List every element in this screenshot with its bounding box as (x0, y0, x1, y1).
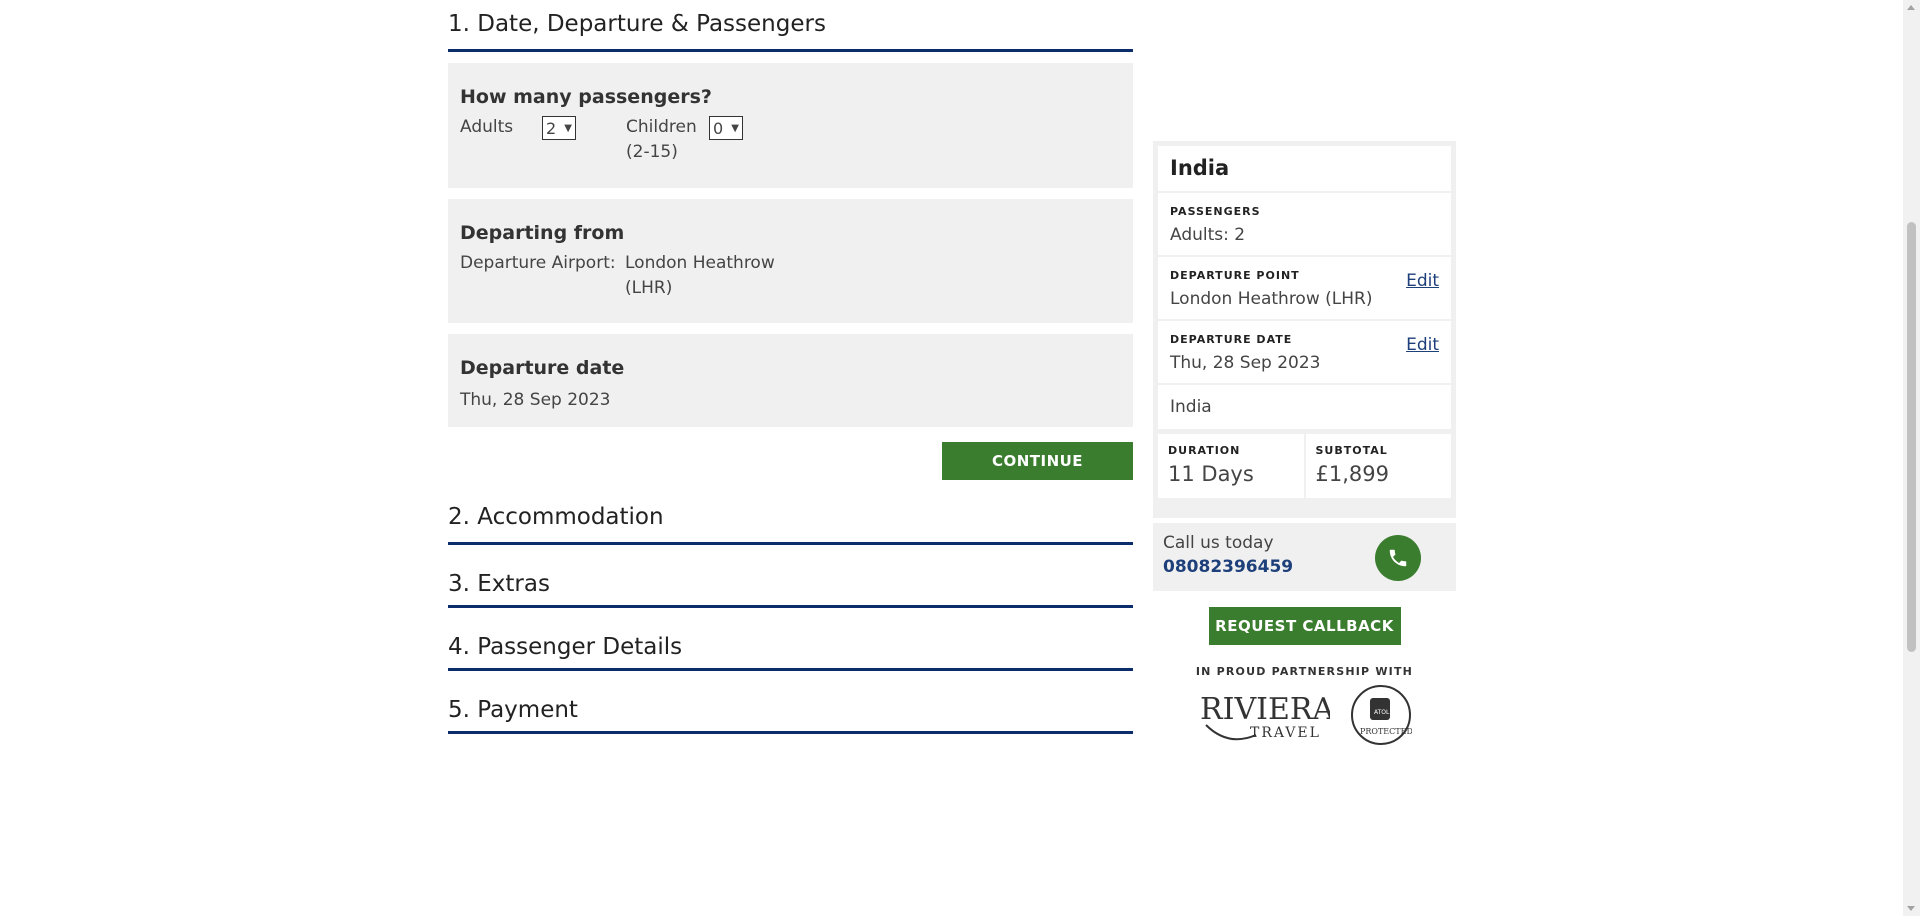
subtotal-value: £1,899 (1315, 462, 1389, 486)
departure-airport-code: (LHR) (625, 278, 673, 298)
adults-select-value: 2 (546, 118, 557, 138)
partner-logos: RIVIERA TRAVEL ATOL PROTECTED (1153, 684, 1456, 746)
departure-date-title: Departure date (460, 357, 625, 379)
continue-button[interactable]: CONTINUE (942, 442, 1133, 480)
departure-airport-value: London Heathrow (LHR) (625, 251, 775, 301)
call-us-box: Call us today 08082396459 (1153, 523, 1456, 591)
request-callback-button[interactable]: REQUEST CALLBACK (1208, 607, 1401, 645)
scroll-up-arrow[interactable] (1907, 5, 1915, 10)
children-select-value: 0 (713, 118, 724, 138)
passengers-title: How many passengers? (460, 86, 712, 108)
booking-summary: India PASSENGERS Adults: 2 DEPARTURE POI… (1153, 141, 1456, 518)
departure-date-value: Thu, 28 Sep 2023 (1170, 353, 1321, 373)
page-scrollbar[interactable] (1903, 0, 1920, 916)
passengers-value: Adults: 2 (1170, 225, 1246, 245)
departure-airport-label: Departure Airport: (460, 253, 616, 273)
departing-title: Departing from (460, 222, 625, 244)
riviera-travel-logo: RIVIERA TRAVEL (1200, 692, 1330, 741)
departing-row: Departure Airport: London Heathrow (LHR) (460, 251, 1121, 301)
chevron-down-icon: ▼ (731, 122, 739, 134)
edit-departure-point-link[interactable]: Edit (1406, 271, 1439, 291)
step-3-heading[interactable]: 3. Extras (448, 545, 1133, 608)
departure-point-value: London Heathrow (LHR) (1170, 289, 1373, 309)
summary-destination-title: India (1158, 146, 1451, 193)
duration-value: 11 Days (1168, 462, 1254, 486)
duration-label: DURATION (1168, 444, 1241, 457)
duration-cell: DURATION 11 Days (1158, 434, 1304, 498)
subtotal-label: SUBTOTAL (1315, 444, 1388, 457)
passengers-row: Adults 2 ▼ Children (2-15) 0 ▼ (460, 115, 1121, 165)
scroll-thumb[interactable] (1907, 222, 1916, 652)
step-2-heading[interactable]: 2. Accommodation (448, 480, 1133, 545)
children-select[interactable]: 0 ▼ (709, 116, 743, 140)
children-age-range: (2-15) (626, 142, 678, 162)
svg-text:TRAVEL: TRAVEL (1250, 725, 1321, 741)
step-4-heading[interactable]: 4. Passenger Details (448, 608, 1133, 671)
departure-point-label: DEPARTURE POINT (1170, 269, 1300, 282)
departure-date-row: Thu, 28 Sep 2023 (460, 388, 1121, 413)
subtotal-cell: SUBTOTAL £1,899 (1303, 434, 1452, 498)
summary-departure-date: DEPARTURE DATE Thu, 28 Sep 2023 Edit (1158, 321, 1451, 385)
booking-sidebar: India PASSENGERS Adults: 2 DEPARTURE POI… (1153, 141, 1456, 746)
booking-steps: 1. Date, Departure & Passengers How many… (448, 0, 1133, 734)
partnership-label: IN PROUD PARTNERSHIP WITH (1195, 665, 1414, 678)
step-5-heading[interactable]: 5. Payment (448, 671, 1133, 734)
summary-passengers: PASSENGERS Adults: 2 (1158, 193, 1451, 257)
departure-date-panel: Departure date Thu, 28 Sep 2023 (448, 334, 1133, 427)
chevron-down-icon: ▼ (564, 122, 572, 134)
departing-panel: Departing from Departure Airport: London… (448, 199, 1133, 323)
departure-date-value: Thu, 28 Sep 2023 (460, 390, 611, 410)
scroll-down-arrow[interactable] (1907, 906, 1915, 911)
children-label: Children (626, 117, 697, 137)
summary-departure-point: DEPARTURE POINT London Heathrow (LHR) Ed… (1158, 257, 1451, 321)
svg-text:ATOL: ATOL (1374, 709, 1390, 716)
children-label-group: Children (2-15) (626, 115, 709, 165)
departure-airport-name: London Heathrow (625, 253, 775, 273)
step-1-heading[interactable]: 1. Date, Departure & Passengers (448, 0, 1133, 52)
departure-date-label: DEPARTURE DATE (1170, 333, 1293, 346)
svg-text:RIVIERA: RIVIERA (1200, 692, 1330, 727)
passengers-label: PASSENGERS (1170, 205, 1261, 218)
edit-departure-date-link[interactable]: Edit (1406, 335, 1439, 355)
summary-destination: India (1170, 397, 1212, 417)
passengers-panel: How many passengers? Adults 2 ▼ Children… (448, 63, 1133, 188)
adults-select[interactable]: 2 ▼ (542, 116, 576, 140)
atol-protected-logo: ATOL PROTECTED (1350, 685, 1412, 745)
phone-icon[interactable] (1375, 535, 1421, 581)
adults-label: Adults (460, 117, 514, 137)
summary-totals: DURATION 11 Days SUBTOTAL £1,899 (1158, 434, 1451, 498)
svg-text:PROTECTED: PROTECTED (1360, 727, 1412, 736)
